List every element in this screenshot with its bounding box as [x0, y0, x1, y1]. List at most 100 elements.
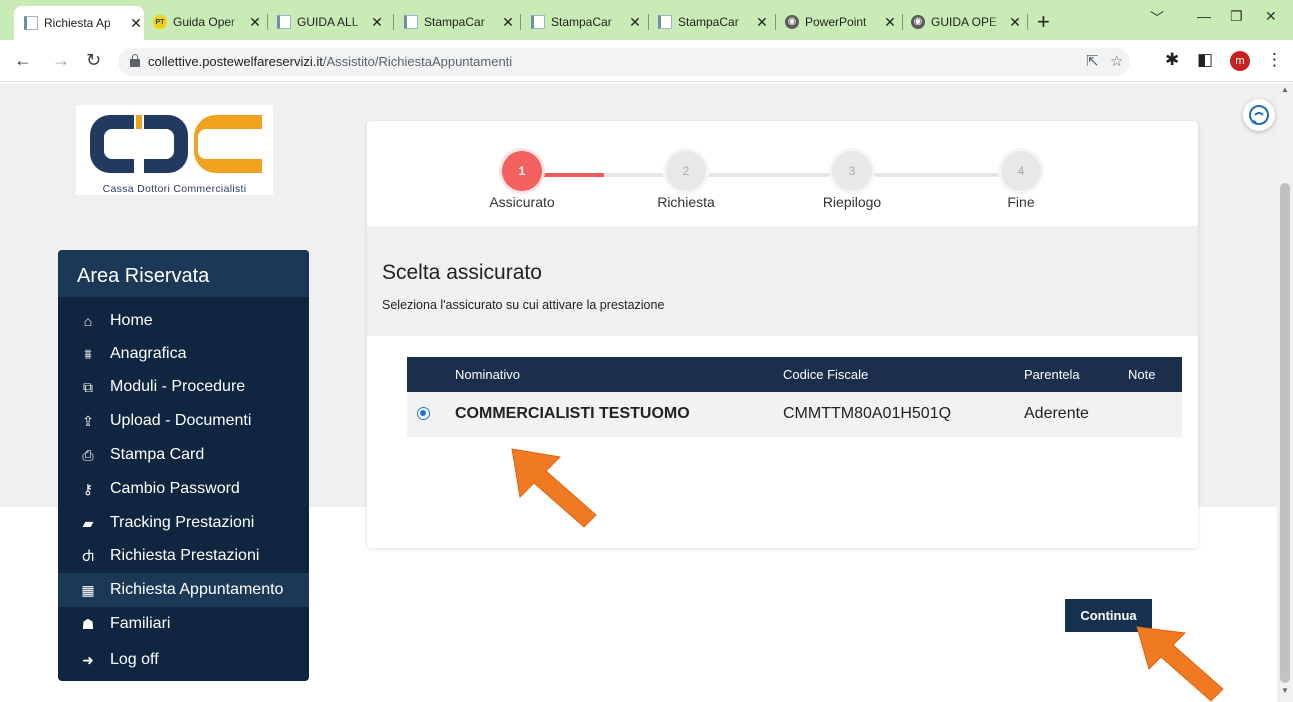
sidebar-item-label: Tracking Prestazioni: [110, 514, 255, 531]
document-favicon-icon: [404, 15, 418, 29]
close-tab-icon[interactable]: ✕: [882, 14, 898, 31]
minimize-icon[interactable]: —: [1197, 8, 1211, 24]
step-3-circle: 3: [832, 151, 872, 191]
menu-kebab-icon[interactable]: ⋮: [1266, 50, 1283, 70]
book-icon: ▰: [82, 514, 94, 531]
sidebar-item-stampa-card[interactable]: ⎙ Stampa Card: [58, 438, 309, 472]
tab-title: StampaCar: [424, 15, 485, 29]
table-row[interactable]: COMMERCIALISTI TESTUOMO CMMTTM80A01H501Q…: [407, 392, 1182, 437]
globe-favicon-icon: ◉: [911, 15, 925, 29]
copy-icon: ⧉: [83, 378, 93, 395]
close-tab-icon[interactable]: ✕: [627, 14, 643, 31]
new-tab-icon[interactable]: +: [1037, 9, 1050, 35]
sidebar-item-upload-documenti[interactable]: ⇪ Upload - Documenti: [58, 404, 309, 438]
step-2-label: Richiesta: [657, 194, 715, 210]
sidebar-item-home[interactable]: ⌂ Home: [58, 304, 309, 338]
annotation-arrow-icon: [511, 448, 597, 528]
sidebar-item-label: Moduli - Procedure: [110, 378, 246, 395]
sidebar-title: Area Riservata: [58, 250, 309, 297]
sidebar-item-anagrafica[interactable]: ⩩ Anagrafica: [58, 337, 309, 371]
url-text: collettive.postewelfareservizi.it/Assist…: [148, 54, 512, 69]
section-header: Scelta assicurato Seleziona l'assicurato…: [367, 226, 1198, 336]
browser-tab[interactable]: Richiesta Ap ✕: [14, 6, 144, 40]
browser-tab[interactable]: GUIDA ALL ✕: [277, 8, 385, 36]
annotation-arrow-icon: [1136, 626, 1224, 702]
tab-separator: [775, 14, 776, 30]
document-favicon-icon: [658, 15, 672, 29]
tab-separator: [267, 14, 268, 30]
forward-icon[interactable]: →: [52, 50, 70, 71]
document-favicon-icon: [24, 16, 38, 30]
browser-tab[interactable]: PT Guida Oper ✕: [153, 8, 263, 36]
close-tab-icon[interactable]: ✕: [500, 14, 516, 31]
sidebar-item-richiesta-prestazioni[interactable]: Ⴛ Richiesta Prestazioni: [58, 539, 309, 573]
side-panel-icon[interactable]: ◧: [1197, 50, 1213, 70]
sidebar-item-label: Home: [110, 312, 153, 329]
upload-icon: ⇪: [82, 412, 94, 429]
cell-nominativo: COMMERCIALISTI TESTUOMO: [455, 405, 690, 422]
sidebar-item-familiari[interactable]: ☗ Familiari: [58, 607, 309, 641]
column-header-codice-fiscale: Codice Fiscale: [783, 367, 869, 382]
close-tab-icon[interactable]: ✕: [247, 14, 263, 31]
insured-table: Nominativo Codice Fiscale Parentela Note…: [407, 357, 1182, 437]
lock-icon: [130, 54, 140, 68]
step-1-circle: 1: [502, 151, 542, 191]
scroll-up-arrow-icon[interactable]: ▲: [1281, 85, 1289, 94]
stepper-progress-line: [542, 173, 604, 177]
column-header-nominativo: Nominativo: [455, 367, 521, 382]
stethoscope-icon: Ⴛ: [81, 547, 95, 564]
back-icon[interactable]: ←: [14, 50, 32, 71]
extensions-puzzle-icon[interactable]: ✱: [1165, 50, 1179, 70]
tab-title: StampaCar: [678, 15, 739, 29]
tab-separator: [1027, 14, 1028, 30]
print-icon: ⎙: [82, 446, 94, 463]
close-tab-icon[interactable]: ✕: [128, 15, 144, 32]
step-1-label: Assicurato: [489, 194, 555, 210]
sign-out-icon: ➜: [82, 651, 94, 668]
browser-tab[interactable]: ◉ PowerPoint ✕: [785, 8, 898, 36]
browser-tab[interactable]: StampaCar ✕: [404, 8, 516, 36]
close-tab-icon[interactable]: ✕: [1007, 14, 1023, 31]
url-field[interactable]: collettive.postewelfareservizi.it/Assist…: [118, 48, 1130, 76]
chat-bubble-icon: [1249, 105, 1269, 125]
close-tab-icon[interactable]: ✕: [754, 14, 770, 31]
tab-search-icon[interactable]: ﹀: [1150, 8, 1164, 28]
tab-title: Guida Oper: [173, 15, 236, 29]
sidebar-item-label: Richiesta Appuntamento: [110, 581, 284, 598]
sidebar-item-label: Stampa Card: [110, 446, 205, 463]
section-title: Scelta assicurato: [382, 261, 542, 284]
bookmark-star-icon[interactable]: ☆: [1110, 52, 1123, 70]
sidebar-item-log-off[interactable]: ➜ Log off: [58, 643, 309, 677]
sidebar-item-label: Familiari: [110, 615, 171, 632]
sidebar-item-richiesta-appuntamento[interactable]: ▦ Richiesta Appuntamento: [58, 573, 309, 607]
chat-assistant-button[interactable]: [1243, 99, 1275, 131]
sidebar-item-label: Richiesta Prestazioni: [110, 547, 260, 564]
browser-tab[interactable]: ◉ GUIDA OPE ✕: [911, 8, 1023, 36]
logo-caption: Cassa Dottori Commercialisti: [102, 183, 247, 195]
close-window-icon[interactable]: ✕: [1265, 8, 1277, 25]
browser-tab-strip: Richiesta Ap ✕ PT Guida Oper ✕ GUIDA ALL…: [0, 0, 1293, 40]
scrollbar-thumb[interactable]: [1280, 183, 1290, 683]
sidebar-item-cambio-password[interactable]: ⚷ Cambio Password: [58, 472, 309, 506]
page-viewport: ▲ ▼ Cassa Dottori Commercialisti Area Ri…: [0, 83, 1293, 702]
select-insured-radio[interactable]: [417, 407, 430, 420]
restore-icon[interactable]: ❐: [1230, 8, 1243, 25]
tab-separator: [648, 14, 649, 30]
close-tab-icon[interactable]: ✕: [369, 14, 385, 31]
scroll-down-arrow-icon[interactable]: ▼: [1281, 686, 1289, 695]
profile-avatar[interactable]: m: [1230, 51, 1250, 71]
sidebar-item-label: Log off: [110, 651, 159, 668]
sidebar-item-tracking-prestazioni[interactable]: ▰ Tracking Prestazioni: [58, 506, 309, 540]
browser-tab[interactable]: StampaCar ✕: [531, 8, 643, 36]
cell-parentela: Aderente: [1024, 405, 1089, 422]
reload-icon[interactable]: ↻: [86, 50, 101, 71]
globe-favicon-icon: ◉: [785, 15, 799, 29]
document-favicon-icon: [531, 15, 545, 29]
share-icon[interactable]: ⇱: [1086, 52, 1099, 70]
sidebar: Area Riservata ⌂ Home ⩩ Anagrafica ⧉ Moduli…: [58, 250, 309, 681]
browser-tab[interactable]: StampaCar ✕: [658, 8, 770, 36]
tab-separator: [520, 14, 521, 30]
sidebar-item-moduli-procedure[interactable]: ⧉ Moduli - Procedure: [58, 370, 309, 404]
vertical-scrollbar[interactable]: ▲ ▼: [1277, 83, 1293, 702]
tab-title: Richiesta Ap: [44, 16, 111, 30]
